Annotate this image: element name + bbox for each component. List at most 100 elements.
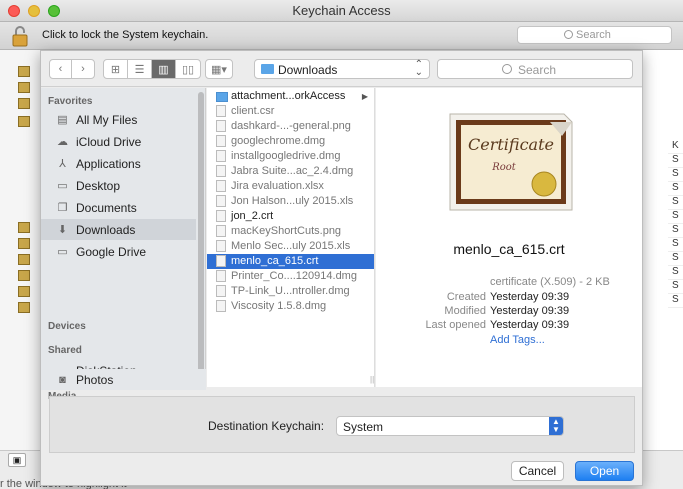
created-label: Created xyxy=(446,291,486,303)
category-icon[interactable] xyxy=(18,302,30,313)
sidebar-scrollbar[interactable] xyxy=(198,92,204,372)
file-item[interactable]: Printer_Co....120914.dmg xyxy=(207,269,374,284)
kind-cell: S xyxy=(668,224,683,238)
file-item[interactable]: jon_2.crt xyxy=(207,209,374,224)
kind-cell: S xyxy=(668,252,683,266)
keychain-icon[interactable] xyxy=(18,66,30,77)
sidebar-item-downloads[interactable]: ⬇ Downloads xyxy=(41,219,196,240)
sidebar-item-all-my-files[interactable]: ▤ All My Files xyxy=(41,109,196,130)
column-header-kind[interactable]: K xyxy=(668,140,683,154)
sidebar-item-desktop[interactable]: ▭ Desktop xyxy=(41,175,196,196)
sidebar-item-photos[interactable]: ◙ Photos xyxy=(41,369,206,390)
location-popup[interactable]: Downloads ⌃ ⌄ xyxy=(254,59,430,79)
updown-icon: ▲ ▼ xyxy=(549,417,563,435)
file-item[interactable]: Jira evaluation.xlsx xyxy=(207,179,374,194)
category-icon[interactable] xyxy=(18,270,30,281)
sidebar-item-label: iCloud Drive xyxy=(76,134,142,149)
chevron-left-icon: ‹ xyxy=(58,63,63,75)
file-name: installgoogledrive.dmg xyxy=(231,150,341,162)
kind-cell: S xyxy=(668,294,683,308)
file-item[interactable]: attachment...orkAccess ▶ xyxy=(207,89,374,104)
keychain-icon[interactable] xyxy=(18,116,30,127)
kind-cell: S xyxy=(668,168,683,182)
file-name: Jon Halson...uly 2015.xls xyxy=(231,195,354,207)
back-button[interactable]: ‹ xyxy=(50,60,72,78)
cover-flow-button[interactable]: ▯▯ xyxy=(176,60,200,78)
sidebar-item-label: Google Drive xyxy=(76,244,147,259)
dialog-search-input[interactable]: Search xyxy=(437,59,633,79)
info-button[interactable]: ▣ xyxy=(8,453,26,467)
lock-icon[interactable] xyxy=(12,25,28,47)
file-item[interactable]: Jabra Suite...ac_2.4.dmg xyxy=(207,164,374,179)
category-icon[interactable] xyxy=(18,238,30,249)
keychain-icon[interactable] xyxy=(18,82,30,93)
all-files-icon: ▤ xyxy=(57,114,68,126)
certificate-title: Certificate xyxy=(468,135,554,154)
file-name: TP-Link_U...ntroller.dmg xyxy=(231,285,350,297)
arrange-icon: ▦▾ xyxy=(211,63,227,76)
keychain-search-input[interactable]: Search xyxy=(517,26,672,44)
open-button[interactable]: Open xyxy=(575,461,634,481)
folder-icon xyxy=(261,64,274,74)
sidebar-item-icloud-drive[interactable]: ☁ iCloud Drive xyxy=(41,131,196,152)
sidebar-item-documents[interactable]: ❐ Documents xyxy=(41,197,196,218)
back-forward-control: ‹ › xyxy=(49,59,95,79)
kind-cell: S xyxy=(668,266,683,280)
sidebar-item-label: All My Files xyxy=(76,112,138,127)
cloud-icon: ☁ xyxy=(57,136,68,148)
file-name: client.csr xyxy=(231,105,275,117)
file-item[interactable]: macKeyShortCuts.png xyxy=(207,224,374,239)
list-view-button[interactable]: ☰ xyxy=(128,60,152,78)
desktop-icon: ▭ xyxy=(57,180,68,192)
document-icon xyxy=(216,210,226,222)
icon-view-button[interactable]: ⊞ xyxy=(104,60,128,78)
file-name: menlo_ca_615.crt xyxy=(231,255,319,267)
keychain-kind-column: K S S S S S S S S S S S xyxy=(668,140,683,308)
document-icon xyxy=(216,300,226,312)
file-item[interactable]: Menlo Sec...uly 2015.xls xyxy=(207,239,374,254)
search-placeholder: Search xyxy=(576,29,611,41)
document-icon xyxy=(216,195,226,207)
file-item[interactable]: installgoogledrive.dmg xyxy=(207,149,374,164)
sidebar-item-google-drive[interactable]: ▭ Google Drive xyxy=(41,241,196,262)
sidebar-item-label: Downloads xyxy=(76,222,136,237)
sidebar-item-applications[interactable]: ⅄ Applications xyxy=(41,153,196,174)
arrange-button[interactable]: ▦▾ xyxy=(205,59,233,79)
sidebar-heading-devices: Devices xyxy=(48,321,86,332)
file-item[interactable]: googlechrome.dmg xyxy=(207,134,374,149)
cancel-button[interactable]: Cancel xyxy=(511,461,564,481)
import-open-sheet: ‹ › ⊞ ☰ ▥ ▯▯ ▦▾ Downloads ⌃ ⌄ Search Favo… xyxy=(40,50,643,486)
column-view-button[interactable]: ▥ xyxy=(152,60,176,78)
add-tags-link[interactable]: Add Tags... xyxy=(490,334,545,346)
destination-keychain-select[interactable]: System ▲ ▼ xyxy=(336,416,564,436)
document-icon xyxy=(216,240,226,252)
document-icon xyxy=(216,135,226,147)
updown-icon: ⌃ ⌄ xyxy=(414,59,423,78)
file-name: Jira evaluation.xlsx xyxy=(231,180,324,192)
chevron-right-icon: › xyxy=(81,63,85,75)
keychain-icon[interactable] xyxy=(18,98,30,109)
camera-icon: ◙ xyxy=(59,373,66,386)
file-item[interactable]: TP-Link_U...ntroller.dmg xyxy=(207,284,374,299)
destination-keychain-value: System xyxy=(343,420,384,434)
column-resize-handle[interactable]: || xyxy=(370,375,374,384)
modified-value: Yesterday 09:39 xyxy=(490,305,570,317)
file-item[interactable]: client.csr xyxy=(207,104,374,119)
forward-button[interactable]: › xyxy=(72,60,94,78)
file-name: Jabra Suite...ac_2.4.dmg xyxy=(231,165,354,177)
view-mode-control: ⊞ ☰ ▥ ▯▯ xyxy=(103,59,201,79)
file-item[interactable]: dashkard-...-general.png xyxy=(207,119,374,134)
file-item[interactable]: Viscosity 1.5.8.dmg xyxy=(207,299,374,314)
kind-cell: S xyxy=(668,210,683,224)
sidebar-item-label: Applications xyxy=(76,156,141,171)
category-icon[interactable] xyxy=(18,254,30,265)
category-icon[interactable] xyxy=(18,222,30,233)
sidebar-heading-shared: Shared xyxy=(48,345,82,356)
file-item[interactable]: Jon Halson...uly 2015.xls xyxy=(207,194,374,209)
search-placeholder: Search xyxy=(518,63,557,77)
last-opened-value: Yesterday 09:39 xyxy=(490,319,570,331)
category-icon[interactable] xyxy=(18,286,30,297)
file-item-selected[interactable]: menlo_ca_615.crt xyxy=(207,254,374,269)
file-name: attachment...orkAccess xyxy=(231,90,346,102)
sidebar-item-label: Documents xyxy=(76,200,137,215)
